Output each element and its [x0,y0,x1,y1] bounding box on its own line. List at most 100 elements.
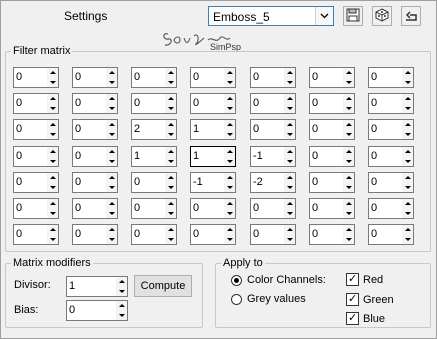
matrix-cell-r1-c6[interactable]: 0 [309,67,355,88]
matrix-cell-r3-c4[interactable]: 1 [190,119,236,140]
matrix-cell-r7-c5[interactable]: 0 [250,224,296,245]
matrix-cell-r5-c2[interactable]: 0 [72,172,118,193]
matrix-cell-r5-c7[interactable]: 0 [368,172,414,193]
matrix-cell-increment[interactable] [106,199,117,209]
matrix-cell-r1-c3[interactable]: 0 [131,67,177,88]
matrix-cell-decrement[interactable] [402,103,413,113]
matrix-cell-r1-c4[interactable]: 0 [190,67,236,88]
matrix-cell-decrement[interactable] [47,208,58,218]
matrix-cell-r4-c2[interactable]: 0 [72,146,118,167]
matrix-cell-decrement[interactable] [106,103,117,113]
matrix-cell-increment[interactable] [402,120,413,130]
matrix-cell-decrement[interactable] [402,129,413,139]
matrix-cell-r3-c2[interactable]: 0 [72,119,118,140]
matrix-cell-increment[interactable] [165,199,176,209]
matrix-cell-increment[interactable] [165,120,176,130]
matrix-cell-decrement[interactable] [343,77,354,87]
matrix-cell-r4-c3[interactable]: 1 [131,146,177,167]
matrix-cell-r3-c5[interactable]: 0 [250,119,296,140]
matrix-cell-increment[interactable] [224,94,235,104]
matrix-cell-increment[interactable] [47,225,58,235]
matrix-cell-decrement[interactable] [343,129,354,139]
matrix-cell-decrement[interactable] [224,182,235,192]
matrix-cell-decrement[interactable] [224,103,235,113]
matrix-cell-r5-c3[interactable]: 0 [131,172,177,193]
matrix-cell-increment[interactable] [224,147,235,157]
matrix-cell-increment[interactable] [224,173,235,183]
matrix-cell-increment[interactable] [343,120,354,130]
matrix-cell-increment[interactable] [284,147,295,157]
matrix-cell-decrement[interactable] [284,208,295,218]
matrix-cell-decrement[interactable] [106,156,117,166]
matrix-cell-increment[interactable] [402,147,413,157]
matrix-cell-decrement[interactable] [165,234,176,244]
matrix-cell-increment[interactable] [402,173,413,183]
matrix-cell-r4-c4[interactable]: 1 [190,146,236,167]
matrix-cell-increment[interactable] [284,225,295,235]
matrix-cell-decrement[interactable] [402,208,413,218]
matrix-cell-increment[interactable] [165,94,176,104]
matrix-cell-decrement[interactable] [402,234,413,244]
matrix-cell-decrement[interactable] [343,182,354,192]
matrix-cell-decrement[interactable] [343,234,354,244]
matrix-cell-increment[interactable] [343,94,354,104]
matrix-cell-r4-c5[interactable]: -1 [250,146,296,167]
matrix-cell-increment[interactable] [106,225,117,235]
matrix-cell-r6-c5[interactable]: 0 [250,198,296,219]
matrix-cell-decrement[interactable] [47,129,58,139]
matrix-cell-r4-c1[interactable]: 0 [13,146,59,167]
matrix-cell-r6-c4[interactable]: 0 [190,198,236,219]
matrix-cell-increment[interactable] [284,120,295,130]
matrix-cell-r4-c6[interactable]: 0 [309,146,355,167]
matrix-cell-increment[interactable] [284,94,295,104]
matrix-cell-decrement[interactable] [402,77,413,87]
matrix-cell-r1-c7[interactable]: 0 [368,67,414,88]
matrix-cell-decrement[interactable] [165,77,176,87]
grey-values-radio[interactable] [231,294,242,305]
matrix-cell-r3-c6[interactable]: 0 [309,119,355,140]
matrix-cell-increment[interactable] [343,199,354,209]
matrix-cell-r5-c6[interactable]: 0 [309,172,355,193]
matrix-cell-r2-c6[interactable]: 0 [309,93,355,114]
matrix-cell-decrement[interactable] [165,129,176,139]
matrix-cell-r3-c7[interactable]: 0 [368,119,414,140]
matrix-cell-r2-c2[interactable]: 0 [72,93,118,114]
matrix-cell-increment[interactable] [224,68,235,78]
divisor-decrement[interactable] [116,286,127,296]
matrix-cell-decrement[interactable] [402,182,413,192]
matrix-cell-r3-c1[interactable]: 0 [13,119,59,140]
matrix-cell-increment[interactable] [106,120,117,130]
matrix-cell-r1-c2[interactable]: 0 [72,67,118,88]
matrix-cell-increment[interactable] [47,120,58,130]
matrix-cell-decrement[interactable] [224,208,235,218]
matrix-cell-r2-c4[interactable]: 0 [190,93,236,114]
matrix-cell-decrement[interactable] [106,208,117,218]
matrix-cell-decrement[interactable] [224,156,235,166]
matrix-cell-increment[interactable] [47,147,58,157]
matrix-cell-increment[interactable] [402,68,413,78]
matrix-cell-increment[interactable] [343,173,354,183]
bias-decrement[interactable] [116,310,127,320]
matrix-cell-increment[interactable] [402,225,413,235]
matrix-cell-increment[interactable] [165,68,176,78]
matrix-cell-r6-c2[interactable]: 0 [72,198,118,219]
matrix-cell-decrement[interactable] [47,234,58,244]
matrix-cell-decrement[interactable] [343,103,354,113]
red-checkbox[interactable] [346,272,359,286]
matrix-cell-r5-c1[interactable]: 0 [13,172,59,193]
matrix-cell-decrement[interactable] [165,103,176,113]
matrix-cell-r5-c5[interactable]: -2 [250,172,296,193]
matrix-cell-r1-c1[interactable]: 0 [13,67,59,88]
matrix-cell-r1-c5[interactable]: 0 [250,67,296,88]
matrix-cell-decrement[interactable] [343,208,354,218]
matrix-cell-increment[interactable] [165,173,176,183]
matrix-cell-increment[interactable] [343,225,354,235]
matrix-cell-decrement[interactable] [106,129,117,139]
matrix-cell-decrement[interactable] [284,234,295,244]
matrix-cell-decrement[interactable] [47,103,58,113]
matrix-cell-decrement[interactable] [284,77,295,87]
matrix-cell-increment[interactable] [165,147,176,157]
matrix-cell-r2-c3[interactable]: 0 [131,93,177,114]
matrix-cell-increment[interactable] [402,199,413,209]
matrix-cell-increment[interactable] [47,94,58,104]
